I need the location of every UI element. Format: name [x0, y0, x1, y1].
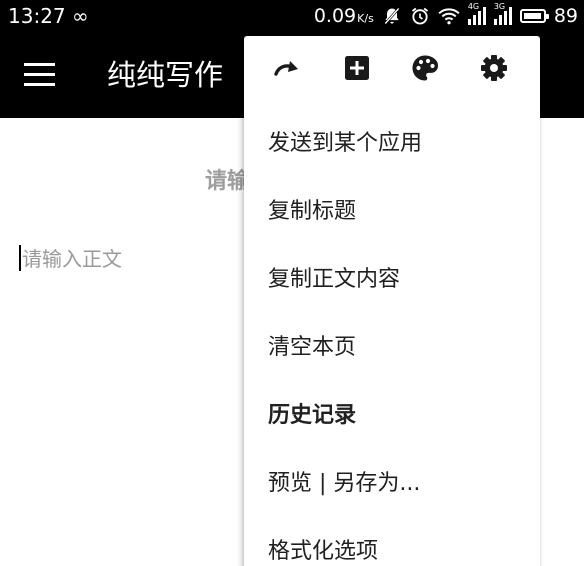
menu-item-copy-title[interactable]: 复制标题	[268, 193, 356, 225]
overflow-menu: 发送到某个应用 复制标题 复制正文内容 清空本页 历史记录 预览 | 另存为..…	[244, 36, 540, 566]
battery-level: 89	[553, 5, 578, 27]
network-speed-unit: K/s	[357, 12, 374, 25]
body-input[interactable]: 请输入正文	[22, 243, 122, 272]
signal-4g-icon: 4G	[467, 3, 486, 25]
status-bar: 13:27 ∞ 0.09 K/s 4G 3G 89	[0, 0, 584, 32]
app-title: 纯纯写作	[107, 58, 224, 92]
wifi-icon	[438, 8, 460, 25]
status-time: 13:27	[8, 4, 66, 28]
menu-item-history[interactable]: 历史记录	[268, 397, 356, 429]
signal-3g-icon: 3G	[493, 3, 512, 25]
menu-item-preview-save-as[interactable]: 预览 | 另存为...	[268, 465, 420, 497]
app-screen: 13:27 ∞ 0.09 K/s 4G 3G 89 纯纯写作 请输 请输入正文 …	[0, 0, 584, 566]
redo-icon[interactable]	[272, 53, 302, 83]
menu-item-send-to-app[interactable]: 发送到某个应用	[268, 125, 422, 157]
alarm-icon	[411, 7, 428, 25]
battery-icon	[519, 9, 549, 23]
add-box-icon[interactable]	[342, 53, 372, 83]
menu-action-icons	[244, 36, 540, 104]
menu-item-copy-body[interactable]: 复制正文内容	[268, 261, 400, 293]
hamburger-menu-icon[interactable]	[24, 63, 55, 87]
network-speed: 0.09 K/s	[314, 5, 374, 27]
title-input[interactable]: 请输	[205, 163, 249, 195]
signal-3g-label: 3G	[493, 2, 506, 11]
text-caret	[19, 245, 21, 271]
network-speed-value: 0.09	[313, 5, 357, 27]
mute-icon	[384, 7, 400, 25]
signal-4g-label: 4G	[467, 2, 480, 11]
link-icon: ∞	[72, 4, 89, 28]
palette-icon[interactable]	[410, 53, 440, 83]
status-indicators: 0.09 K/s 4G 3G 89	[314, 3, 578, 29]
menu-item-format-options[interactable]: 格式化选项	[268, 533, 378, 565]
settings-icon[interactable]	[479, 53, 509, 83]
menu-item-clear-page[interactable]: 清空本页	[268, 329, 356, 361]
